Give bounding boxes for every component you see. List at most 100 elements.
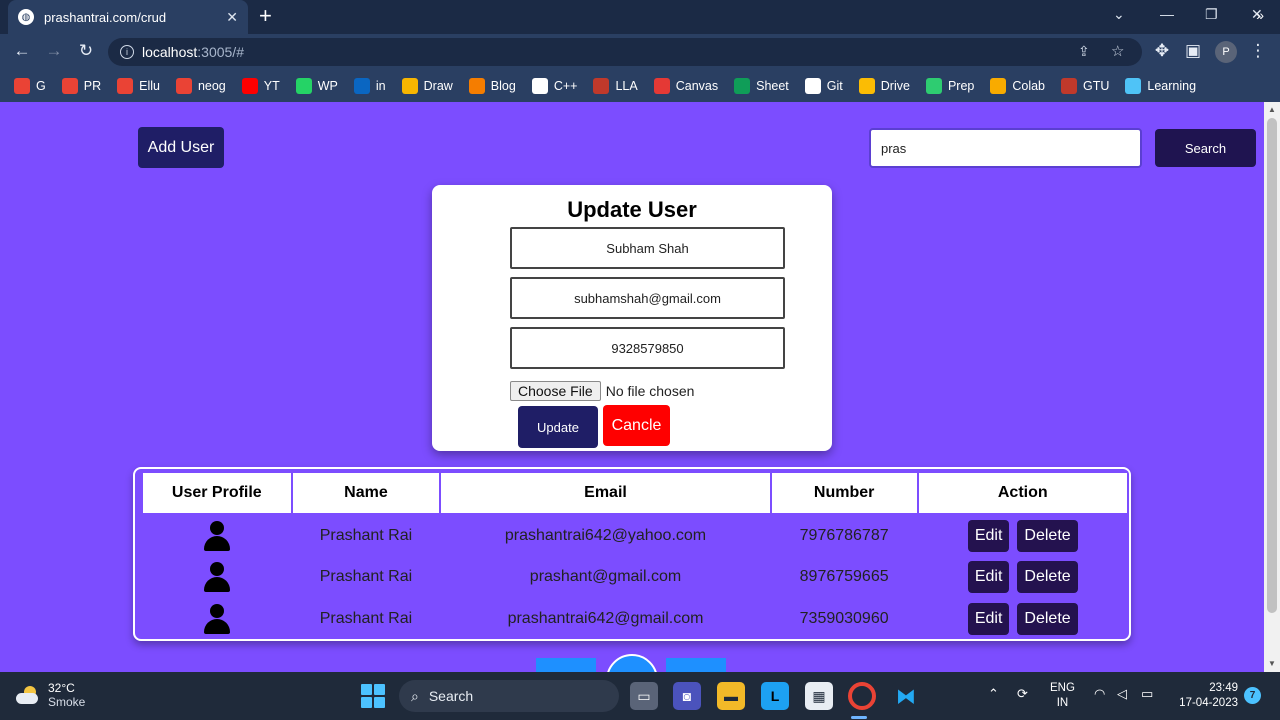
bookmark-item[interactable]: Blog [468,78,516,94]
gmail-icon [117,78,134,94]
taskbar-search[interactable]: ⌕ Search [399,680,619,712]
header-name: Name [290,471,442,515]
bookmark-label: in [375,79,386,93]
scrollbar-thumb[interactable] [1267,118,1277,613]
task-view-icon[interactable]: ▭ [630,682,658,710]
update-button[interactable]: Update [518,406,598,448]
weather-condition: Smoke [48,695,86,709]
choose-file-button[interactable]: Choose File [510,381,601,401]
taskbar-search-label: Search [428,688,474,704]
bookmark-item[interactable]: Learning [1125,78,1196,94]
bookmark-item[interactable]: in [353,78,386,94]
forward-icon[interactable]: → [43,41,65,61]
bookmark-item[interactable]: Canvas [653,78,718,94]
sync-icon[interactable]: ⟳ [1017,686,1028,702]
email-field[interactable]: subhamshah@gmail.com [510,277,785,319]
restore-icon[interactable]: ❐ [1205,6,1218,23]
extensions-icon[interactable]: ✥ [1151,41,1173,61]
weather-widget[interactable]: 32°C Smoke [16,681,85,709]
system-clock[interactable]: 23:49 17-04-2023 [1172,681,1238,711]
windows-start-icon[interactable] [361,684,385,708]
side-panel-icon[interactable]: ▣ [1182,41,1204,61]
tab-search-icon[interactable]: ⌄ [1113,6,1125,23]
number-field[interactable]: 9328579850 [510,327,785,369]
user-number: 7359030960 [799,610,889,627]
pagination-current-page[interactable] [606,654,658,672]
add-user-button[interactable]: Add User [138,127,224,168]
battery-icon[interactable]: ▭ [1141,686,1153,702]
volume-icon[interactable]: ◁ [1117,686,1127,702]
header-user-profile: User Profile [141,471,293,515]
bookmark-label: WP [317,79,338,93]
delete-button[interactable]: Delete [1017,561,1078,593]
modal-title: Update User [567,197,697,222]
file-explorer-icon[interactable]: ▬ [717,682,745,710]
bookmark-item[interactable]: PR [61,78,101,94]
url-path: :3005/# [197,44,244,60]
bookmark-item[interactable]: C++ [531,78,577,94]
bookmark-item[interactable]: Drive [858,78,910,94]
pagination-next-button[interactable] [666,658,726,672]
gmail-icon [14,78,30,94]
bookmark-item[interactable]: YT [241,78,280,94]
share-icon[interactable]: ⇪ [1078,43,1090,60]
cancel-button[interactable]: Cancle [603,405,670,446]
user-avatar-icon [203,604,231,634]
minimize-icon[interactable]: — [1160,6,1174,22]
edit-button[interactable]: Edit [967,561,1010,593]
bookmark-item[interactable]: WP [295,78,338,94]
delete-button[interactable]: Delete [1017,519,1078,552]
edit-button[interactable]: Edit [967,603,1010,635]
vscode-icon[interactable]: ⧓ [892,682,920,710]
teams-chat-icon[interactable]: ◙ [673,682,701,710]
language-indicator[interactable]: ENG IN [1050,681,1075,711]
address-bar[interactable]: i localhost:3005/# ⇪ ☆ [108,38,1142,66]
profile-avatar[interactable]: P [1215,41,1237,63]
bookmark-item[interactable]: Colab [990,78,1045,94]
menu-kebab-icon[interactable]: ⋮ [1247,41,1269,61]
bookmark-item[interactable]: Sheet [734,78,789,94]
bookmark-item[interactable]: G [14,78,46,94]
canvas-icon [653,78,670,94]
microsoft-store-icon[interactable]: ▦ [805,682,833,710]
bookmark-item[interactable]: Prep [925,78,975,94]
new-tab-icon[interactable]: + [259,5,272,27]
bookmark-item[interactable]: LLA [593,78,638,94]
site-info-icon[interactable]: i [120,45,134,59]
bookmarks-overflow-icon[interactable]: » [1256,7,1264,23]
header-email: Email [439,471,772,515]
bookmark-star-icon[interactable]: ☆ [1111,42,1124,60]
bookmark-item[interactable]: Draw [401,78,453,94]
reload-icon[interactable]: ↻ [75,41,97,61]
bookmark-item[interactable]: Git [804,78,843,94]
wifi-icon[interactable]: ◠ [1094,686,1105,702]
bookmark-item[interactable]: GTU [1061,78,1109,94]
scroll-down-icon[interactable]: ▼ [1268,659,1276,668]
tray-overflow-icon[interactable]: ⌃ [988,686,999,702]
search-button[interactable]: Search [1155,129,1256,167]
page-scrollbar[interactable]: ▲ ▼ [1264,102,1280,672]
back-icon[interactable]: ← [11,41,33,61]
weather-sun-cloud-icon [16,686,40,704]
bookmark-label: Learning [1147,79,1197,93]
close-tab-icon[interactable]: ✕ [226,9,238,26]
edit-button[interactable]: Edit [967,519,1010,552]
search-input[interactable] [869,128,1142,168]
scroll-up-icon[interactable]: ▲ [1268,105,1276,114]
browser-tab-active[interactable]: ◍ prashantrai.com/crud ✕ [8,0,248,34]
notification-badge[interactable]: 7 [1244,687,1261,704]
bookmark-item[interactable]: neog [175,78,226,94]
pagination-prev-button[interactable] [536,658,596,672]
bookmark-item[interactable]: Ellu [117,78,160,94]
bookmark-label: Ellu [139,79,160,93]
gmail-icon [175,78,192,94]
name-field[interactable]: Subham Shah [510,227,785,269]
user-profile-cell [142,556,292,598]
delete-button[interactable]: Delete [1017,603,1078,635]
windows-taskbar: 32°C Smoke ⌕ Search ▭ ◙ ▬ L ▦ ⧓ ⌃ ⟳ ENG … [0,672,1280,720]
bookmark-label: Prep [947,79,975,93]
bookmark-label: GTU [1083,79,1110,93]
l-app-icon[interactable]: L [761,682,789,710]
chrome-icon[interactable] [848,682,876,710]
draw-icon [401,78,418,94]
